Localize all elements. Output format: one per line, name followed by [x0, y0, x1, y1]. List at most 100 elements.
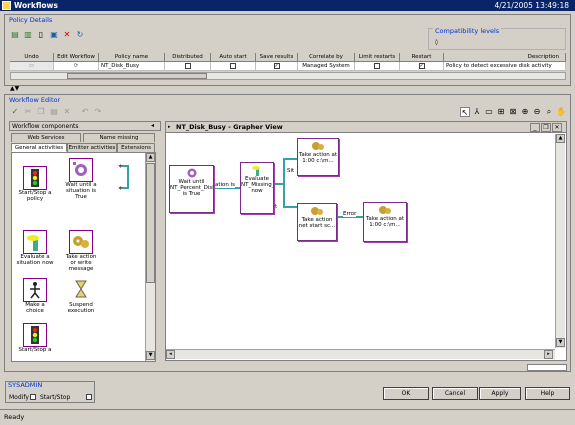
grapher-hscrollbar[interactable]: ◂ ▸ — [166, 349, 555, 359]
node-action-mid[interactable]: Take action net start sc... — [297, 203, 337, 241]
tab-name-missing[interactable]: Name missing — [83, 133, 155, 142]
policy-grid-hscrollbar[interactable] — [10, 72, 566, 80]
grapher-title: NT_Disk_Busy - Grapher View — [176, 123, 283, 131]
connector-tool[interactable]: + + — [118, 162, 132, 192]
tab-emitter-activities[interactable]: Emitter activities — [67, 143, 117, 152]
col-distributed[interactable]: Distributed — [165, 53, 211, 62]
fit-icon[interactable]: ▭ — [484, 107, 494, 117]
description-cell[interactable]: Policy to detect excessive disk activity — [444, 62, 566, 71]
window-title: Workflows — [14, 1, 58, 10]
scroll-up-icon[interactable]: ▲ — [146, 153, 155, 162]
undo-cell[interactable]: ▭ — [10, 62, 54, 71]
new-policy-icon[interactable]: ▤ — [10, 30, 20, 40]
edit-workflow-icon[interactable]: ⟳ — [74, 63, 79, 69]
auto-start-checkbox[interactable] — [230, 62, 236, 69]
minimize-icon[interactable]: _ — [530, 123, 540, 132]
magnify-icon[interactable]: ⌕ — [544, 107, 554, 117]
edge-branch-vertical[interactable] — [283, 158, 285, 208]
compatibility-levels-label: Compatibility levels — [433, 27, 502, 35]
copy-policy-icon[interactable]: ▥ — [23, 30, 33, 40]
save-results-cell[interactable]: ✓ — [256, 62, 298, 71]
tab-extensions[interactable]: Extensions — [117, 143, 155, 152]
close-icon[interactable]: ✕ — [552, 123, 562, 132]
sysadmin-label: SYSADMIN — [8, 381, 43, 389]
status-text: Ready — [4, 413, 25, 421]
col-limit-restarts[interactable]: Limit restarts — [355, 53, 400, 62]
components-collapse-icon[interactable]: ◂ — [151, 122, 154, 129]
scroll-down-icon[interactable]: ▼ — [146, 351, 155, 360]
startstop-checkbox[interactable] — [86, 394, 92, 400]
hscroll-left-icon[interactable]: ◂ — [166, 350, 175, 359]
grapher-vscrollbar[interactable]: ▲ ▼ — [555, 134, 565, 348]
node-action-right[interactable]: Take action at 1:00 c:\m... — [363, 202, 407, 242]
node-wait-until[interactable]: Wait until NT_Percent_Disk_Time is True — [169, 165, 214, 213]
refresh-icon[interactable]: ↻ — [75, 30, 85, 40]
tree-layout-icon[interactable]: ⅄ — [472, 107, 482, 117]
save-results-checkbox[interactable]: ✓ — [273, 62, 280, 69]
tab-web-services[interactable]: Web Services — [11, 133, 81, 142]
col-description[interactable]: Description — [444, 53, 566, 62]
apply-button[interactable]: Apply — [479, 387, 521, 400]
copy-icon[interactable]: ❐ — [36, 107, 46, 117]
grid-icon[interactable]: ⊞ — [496, 107, 506, 117]
restart-cell[interactable]: ✓ — [400, 62, 444, 71]
correlate-by-cell[interactable]: Managed System — [298, 62, 355, 71]
auto-start-cell[interactable] — [211, 62, 256, 71]
hscroll-right-icon[interactable]: ▸ — [544, 350, 553, 359]
zoom-in-icon[interactable]: ⊕ — [520, 107, 530, 117]
delete-icon[interactable]: ✕ — [62, 30, 72, 40]
palette-wait-until[interactable]: Wait until a situation is True — [62, 158, 100, 200]
help-button[interactable]: Help — [525, 387, 570, 400]
limit-restarts-cell[interactable] — [355, 62, 400, 71]
zoom-icon[interactable]: ⊠ — [508, 107, 518, 117]
col-policy-name[interactable]: Policy name — [99, 53, 165, 62]
cancel-button[interactable]: Cancel — [432, 387, 478, 400]
edge-to-action-top[interactable] — [283, 158, 297, 160]
col-save-results[interactable]: Save results — [256, 53, 298, 62]
hscroll-thumb[interactable] — [67, 73, 207, 79]
vscroll-down-icon[interactable]: ▼ — [556, 338, 565, 347]
col-undo[interactable]: Undo — [10, 53, 54, 62]
zoom-out-icon[interactable]: ⊖ — [532, 107, 542, 117]
col-correlate-by[interactable]: Correlate by — [298, 53, 355, 62]
restore-icon[interactable]: ❐ — [541, 123, 551, 132]
properties-icon[interactable]: ▣ — [49, 30, 59, 40]
distributed-checkbox[interactable] — [184, 62, 191, 69]
node-action-top[interactable]: Take action at 1:00 c:\m... — [297, 138, 339, 176]
restart-checkbox[interactable]: ✓ — [418, 62, 425, 69]
policy-name-cell[interactable]: NT_Disk_Busy — [99, 62, 165, 71]
node-evaluate[interactable]: Evaluate NT_Missing_Process now — [240, 162, 274, 214]
distributed-cell[interactable] — [165, 62, 211, 71]
limit-restarts-checkbox[interactable] — [374, 62, 380, 69]
col-edit-workflow[interactable]: Edit Workflow — [54, 53, 99, 62]
palette-take-action[interactable]: Take action or write message — [62, 230, 100, 272]
col-restart[interactable]: Restart — [400, 53, 444, 62]
edit-workflow-cell[interactable]: ⟳ — [54, 62, 99, 71]
edge-to-action-mid[interactable] — [283, 206, 297, 208]
tab-general-activities[interactable]: General activities — [11, 143, 67, 152]
undo-edit-icon[interactable]: ↶ — [80, 107, 90, 117]
palette-label: Evaluate a situation now — [16, 254, 54, 266]
col-auto-start[interactable]: Auto start — [211, 53, 256, 62]
redo-edit-icon[interactable]: ↷ — [93, 107, 103, 117]
palette-suspend-execution[interactable]: Suspend execution — [62, 278, 100, 318]
delete-node-icon[interactable]: ✕ — [62, 107, 72, 117]
check-icon[interactable]: ✓ — [10, 107, 20, 117]
grapher-collapse-icon[interactable]: ▸ — [168, 124, 171, 130]
palette-start-stop-situation[interactable]: Start/Stop a situation — [16, 323, 54, 363]
hand-icon[interactable]: ✋ — [556, 107, 566, 117]
ok-button[interactable]: OK — [383, 387, 429, 400]
pointer-icon[interactable]: ↖ — [460, 107, 470, 117]
page-icon[interactable]: ▯ — [36, 30, 46, 40]
vscroll-up-icon[interactable]: ▲ — [556, 134, 565, 143]
palette-start-stop-policy[interactable]: Start/Stop a policy — [16, 166, 54, 206]
splitter-arrows-icon[interactable]: ▲▼ — [10, 86, 19, 92]
undo-icon[interactable]: ▭ — [29, 63, 34, 69]
cut-icon[interactable]: ✂ — [23, 107, 33, 117]
paste-icon[interactable]: ▤ — [49, 107, 59, 117]
modify-checkbox[interactable] — [30, 394, 36, 400]
palette-scroll-thumb[interactable] — [146, 163, 155, 283]
palette-make-choice[interactable]: Make a choice — [16, 278, 54, 318]
palette-evaluate-situation[interactable]: Evaluate a situation now — [16, 230, 54, 270]
palette-scrollbar[interactable]: ▲ ▼ — [145, 153, 155, 361]
